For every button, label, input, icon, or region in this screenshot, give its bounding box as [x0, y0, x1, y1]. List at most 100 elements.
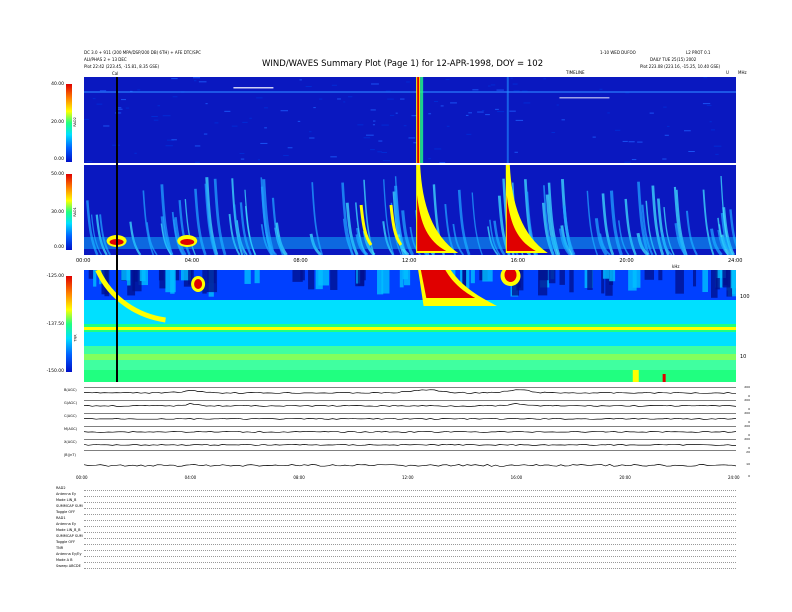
rad2-texture — [171, 139, 177, 141]
rad2-texture — [264, 107, 268, 109]
rad2-texture — [497, 111, 505, 113]
rad2-texture — [153, 119, 159, 121]
settings-line: Toggle OFF — [56, 540, 76, 544]
timeseries-scale: 20 — [746, 450, 750, 454]
rad2-burst-1 — [506, 77, 509, 163]
tnr-texture — [377, 270, 384, 295]
settings-line: Mode LIN_B_B — [56, 528, 81, 532]
settings-line: SUMMCAP SUM — [56, 504, 83, 508]
rad2-texture — [264, 127, 267, 129]
rad2-texture — [408, 137, 416, 139]
timeseries-line — [83, 417, 737, 420]
settings-line: TNR — [56, 546, 64, 550]
tnr-texture — [462, 270, 467, 286]
rad2-texture — [330, 156, 337, 158]
rad2-texture — [193, 80, 197, 82]
rad2-texture — [372, 120, 376, 122]
rad1-cbar-tick-bottom: 0.00 — [53, 245, 64, 250]
tnr-texture — [609, 270, 616, 282]
tnr-texture — [470, 270, 475, 284]
rad2-texture — [151, 115, 158, 117]
settings-line: Sweep ABCDE — [56, 564, 81, 568]
rad2-texture — [389, 114, 395, 116]
timeseries-scale: 0 — [748, 474, 750, 478]
timeseries-row: |B|(nT) 20 10 0 — [64, 450, 750, 478]
tnr-lowband2 — [84, 354, 736, 360]
settings-dotted-line — [84, 544, 736, 545]
rad2-texture — [381, 152, 388, 154]
tnr-low-spot — [632, 370, 639, 382]
timeseries-line — [83, 389, 736, 394]
timeseries-scale: 200 — [744, 411, 750, 415]
settings-dotted-line — [84, 508, 736, 509]
rad2-texture — [242, 121, 248, 123]
tnr-texture — [254, 270, 260, 284]
settings-line: RAD1 — [56, 516, 66, 520]
settings-dotted-line — [84, 562, 736, 563]
rad2-texture — [84, 118, 89, 120]
rad2-texture — [365, 134, 374, 136]
rad2-texture — [103, 125, 110, 127]
timeseries-scale: 200 — [744, 437, 750, 441]
rad2-texture — [205, 103, 208, 105]
top-right-mark: MHz — [738, 70, 747, 75]
header-right-line1: 1-10 WED DUFOO — [600, 50, 636, 55]
settings-line: Antenna Ey — [56, 522, 77, 526]
timeseries-row: G(AGC) 200 0 — [64, 398, 750, 411]
tnr-cbar-tick-top: -125.00 — [46, 274, 64, 279]
rad1-xtick: 00:00 — [76, 258, 91, 264]
settings-dotted-line — [84, 496, 736, 497]
tnr-texture — [404, 270, 411, 286]
settings-line: Antenna Ey/Ey — [56, 552, 82, 556]
rad2-texture — [509, 110, 516, 112]
tnr-texture — [559, 270, 565, 285]
rad2-texture — [702, 103, 711, 105]
rad2-texture — [440, 105, 444, 107]
tnr-texture — [88, 270, 94, 279]
rad2-texture — [117, 108, 123, 110]
tnr-texture — [206, 270, 218, 293]
rad2-texture — [287, 147, 293, 149]
rad2-texture — [165, 145, 173, 147]
rad2-texture — [331, 84, 337, 86]
rad2-texture — [171, 78, 178, 80]
rad2-texture — [490, 84, 496, 86]
rad2-texture — [561, 119, 565, 121]
tnr-texture — [710, 270, 718, 298]
rad1-cbar-tick-top: 50.00 — [51, 172, 64, 177]
rad2-texture — [260, 142, 268, 144]
tnr-right-unit: kHz — [672, 264, 680, 269]
rad2-texture — [551, 131, 556, 133]
tnr-svg — [84, 270, 736, 382]
tnr-mid — [84, 332, 736, 346]
rad2-texture — [370, 109, 376, 111]
rad2-texture — [510, 77, 513, 79]
tnr-texture — [466, 270, 470, 289]
rad2-texture — [249, 117, 252, 119]
tnr-texture — [165, 270, 176, 293]
tnr-right-tick-100: 100 — [740, 294, 750, 300]
timeseries-line — [83, 403, 737, 407]
rad2-texture — [406, 81, 410, 83]
header-right-corner: L2 PROT 0.1 — [686, 50, 711, 55]
rad1-spectrogram — [84, 165, 736, 255]
rad2-texture — [403, 125, 407, 127]
rad2-texture — [523, 102, 531, 104]
rad2-texture — [387, 98, 394, 100]
tnr-low-spot-red — [662, 374, 666, 382]
rad2-texture — [622, 140, 628, 142]
rad1-xtick: 12:00 — [402, 258, 417, 264]
settings-dotted-line — [84, 532, 736, 533]
timeseries-line — [83, 464, 737, 467]
tnr-texture — [732, 270, 736, 295]
rad2-texture — [713, 145, 722, 147]
rad2-texture — [512, 83, 518, 85]
rad2-texture — [371, 83, 379, 85]
rad2-texture — [664, 134, 669, 136]
tnr-texture — [722, 270, 731, 288]
timeseries-label: X(AGC) — [64, 440, 77, 444]
tnr-texture — [693, 270, 697, 287]
settings-dotted-line — [84, 526, 736, 527]
rad1-svg — [84, 165, 736, 255]
bottom-xtick: 04:00 — [184, 475, 197, 480]
